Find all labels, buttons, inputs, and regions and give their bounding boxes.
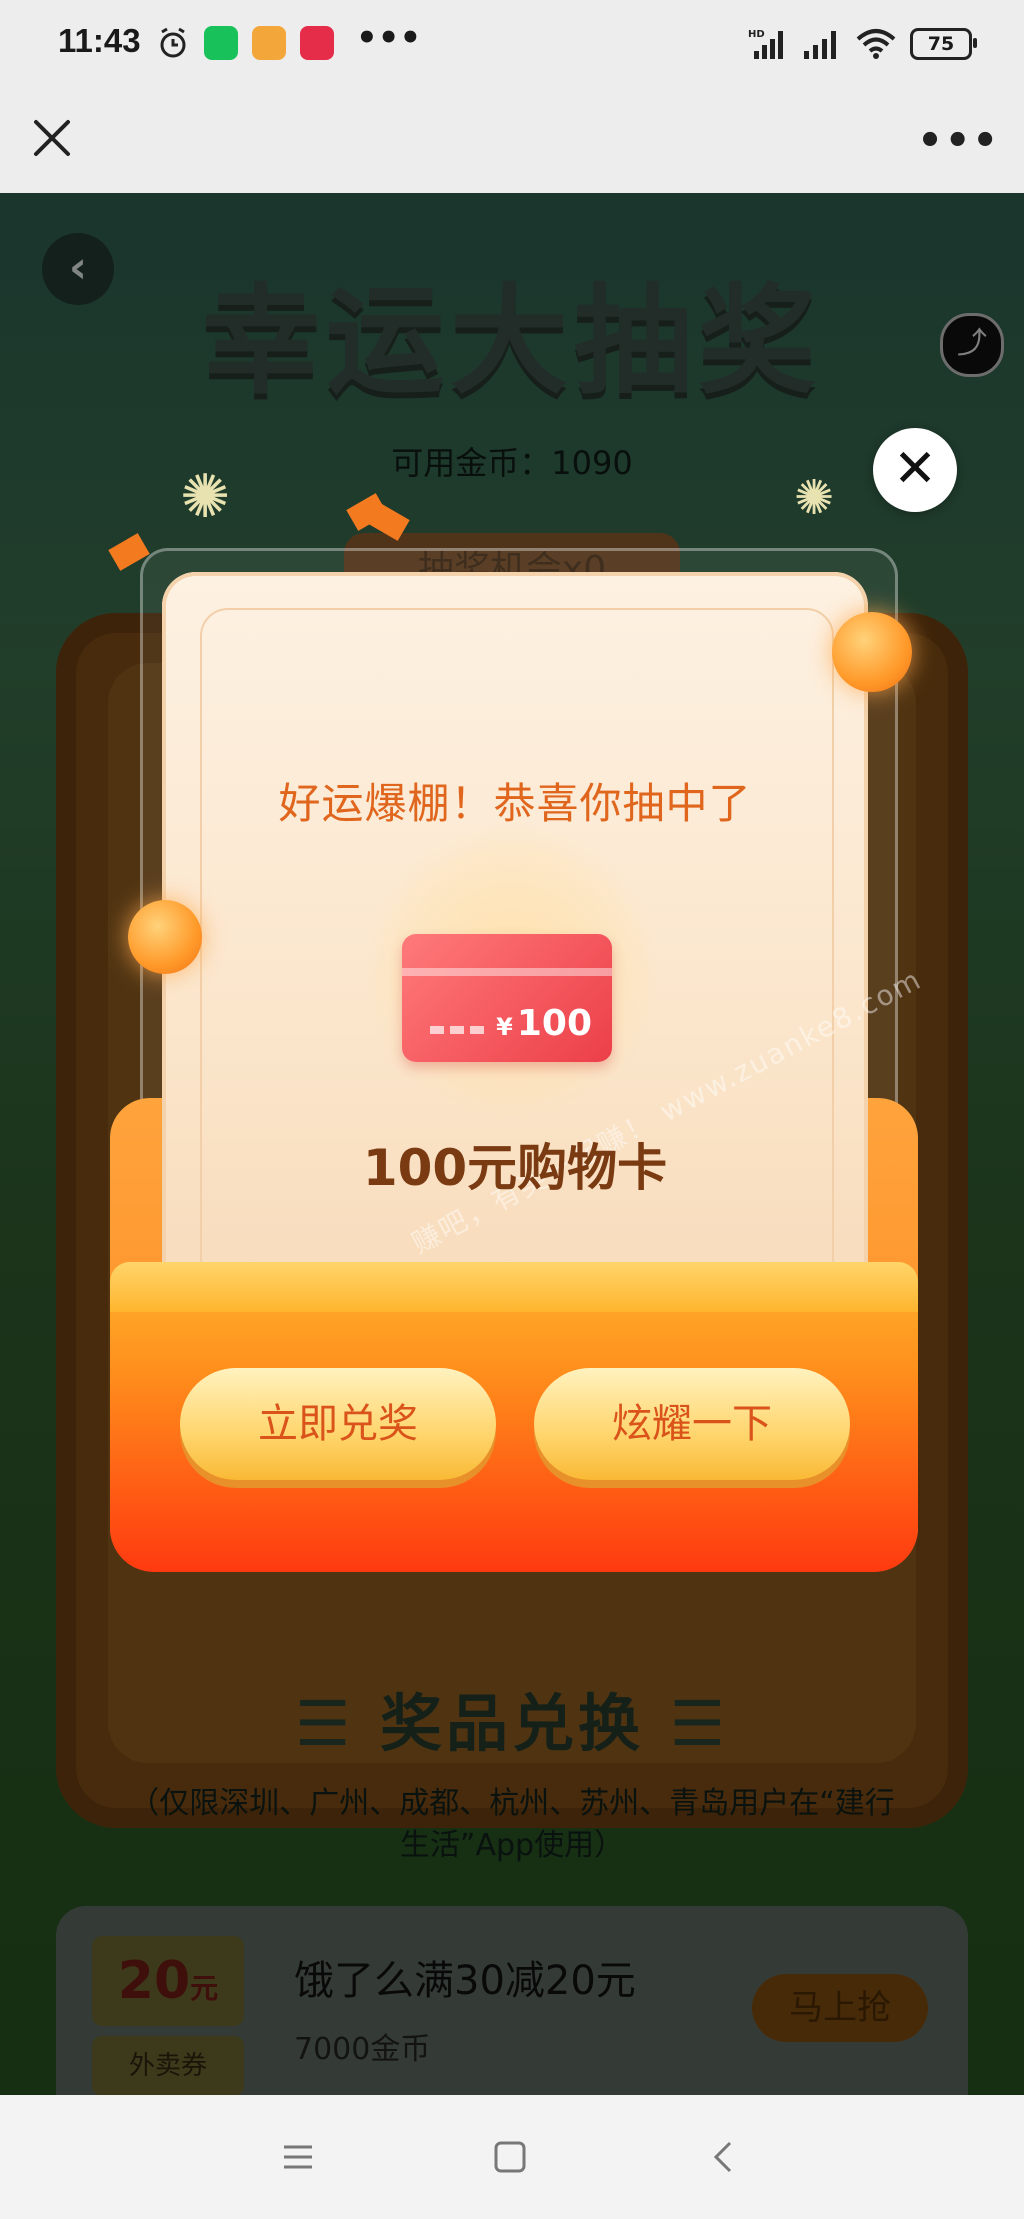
coin-decoration-icon (832, 612, 912, 692)
home-icon[interactable] (488, 2135, 532, 2179)
menu-icon[interactable] (276, 2135, 320, 2179)
shopping-card-icon: ¥100 (402, 934, 612, 1062)
hd-signal-icon: HD (748, 29, 783, 59)
status-bar: 11:43 ••• HD 75 (0, 0, 1024, 90)
close-icon[interactable] (26, 112, 78, 164)
wifi-icon (856, 29, 896, 59)
show-off-button[interactable]: 炫耀一下 (534, 1368, 850, 1480)
more-menu-button[interactable]: ••• (917, 118, 1000, 164)
svg-text:HD: HD (748, 29, 765, 40)
wechat-icon (204, 26, 238, 60)
battery-icon: 75 (910, 28, 977, 60)
alarm-icon (160, 27, 186, 58)
modal-close-button[interactable]: ✕ (873, 428, 957, 512)
signal-icon (804, 31, 836, 59)
firework-decoration-icon: ✺ (180, 462, 231, 532)
envelope-lip (110, 1262, 918, 1312)
app-heart-icon (300, 26, 334, 60)
card-currency: ¥ (496, 1013, 513, 1041)
card-amount: ¥100 (496, 1003, 592, 1044)
card-value: 100 (516, 1003, 592, 1044)
system-nav-bar (0, 2095, 1024, 2219)
card-stripe (402, 968, 612, 976)
win-message: 好运爆棚！恭喜你抽中了 (278, 779, 752, 828)
app-notification-icon (252, 26, 286, 60)
prize-name: 100元购物卡 (362, 1139, 668, 1197)
firework-decoration-icon: ✺ (794, 470, 835, 526)
coin-decoration-icon (128, 900, 202, 974)
redeem-now-button[interactable]: 立即兑奖 (180, 1368, 496, 1480)
card-dots (430, 1026, 490, 1034)
webview-toolbar: ••• (0, 90, 1024, 193)
back-icon[interactable] (702, 2135, 746, 2179)
status-time: 11:43 (58, 22, 141, 59)
more-notifications-icon: ••• (356, 18, 422, 58)
